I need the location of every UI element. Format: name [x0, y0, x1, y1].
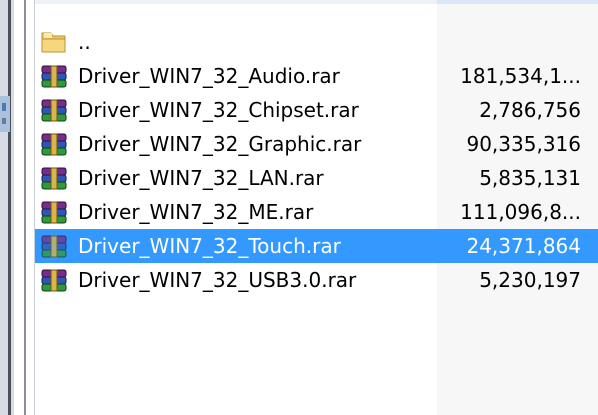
- file-name: Driver_WIN7_32_USB3.0.rar: [78, 268, 357, 292]
- file-row[interactable]: Driver_WIN7_32_Graphic.rar 90,335,316: [35, 127, 598, 161]
- size-column-header-edge[interactable]: [437, 0, 598, 4]
- file-row[interactable]: Driver_WIN7_32_Touch.rar 24,371,864: [35, 229, 598, 263]
- file-manager-window: .. Driver_WIN7_32_Audio.rar 181,534,1... Dr…: [0, 0, 598, 415]
- file-name: Driver_WIN7_32_Chipset.rar: [78, 98, 359, 122]
- left-pane-scroll-marker: [0, 96, 10, 132]
- file-size: 5,230,197: [479, 268, 581, 292]
- file-name: Driver_WIN7_32_ME.rar: [78, 200, 314, 224]
- rar-archive-icon: [39, 234, 69, 258]
- file-row[interactable]: Driver_WIN7_32_LAN.rar 5,835,131: [35, 161, 598, 195]
- left-pane-edge: [0, 0, 14, 415]
- rar-archive-icon: [39, 268, 69, 292]
- file-size: 2,786,756: [479, 98, 581, 122]
- file-size: 111,096,8...: [460, 200, 581, 224]
- file-list: .. Driver_WIN7_32_Audio.rar 181,534,1... Dr…: [35, 25, 598, 297]
- file-name: Driver_WIN7_32_Audio.rar: [78, 64, 340, 88]
- file-size: 90,335,316: [466, 132, 581, 156]
- file-name: Driver_WIN7_32_Graphic.rar: [78, 132, 362, 156]
- pane-divider[interactable]: [8, 0, 11, 415]
- file-row[interactable]: Driver_WIN7_32_Chipset.rar 2,786,756: [35, 93, 598, 127]
- left-pane-marker-mark: [2, 118, 6, 124]
- rar-archive-icon: [39, 98, 69, 122]
- file-row[interactable]: Driver_WIN7_32_USB3.0.rar 5,230,197: [35, 263, 598, 297]
- file-size: 5,835,131: [479, 166, 581, 190]
- file-size: 181,534,1...: [460, 64, 581, 88]
- rar-archive-icon: [39, 64, 69, 88]
- pane-border: [24, 0, 26, 415]
- file-row[interactable]: Driver_WIN7_32_ME.rar 111,096,8...: [35, 195, 598, 229]
- folder-icon: [39, 30, 69, 54]
- file-size: 24,371,864: [466, 234, 581, 258]
- rar-archive-icon: [39, 166, 69, 190]
- file-name: Driver_WIN7_32_Touch.rar: [78, 234, 341, 258]
- rar-archive-icon: [39, 200, 69, 224]
- file-row[interactable]: Driver_WIN7_32_Audio.rar 181,534,1...: [35, 59, 598, 93]
- file-name: ..: [78, 30, 91, 54]
- parent-folder-row[interactable]: ..: [35, 25, 598, 59]
- file-name: Driver_WIN7_32_LAN.rar: [78, 166, 324, 190]
- rar-archive-icon: [39, 132, 69, 156]
- left-pane-marker-mark: [2, 103, 6, 111]
